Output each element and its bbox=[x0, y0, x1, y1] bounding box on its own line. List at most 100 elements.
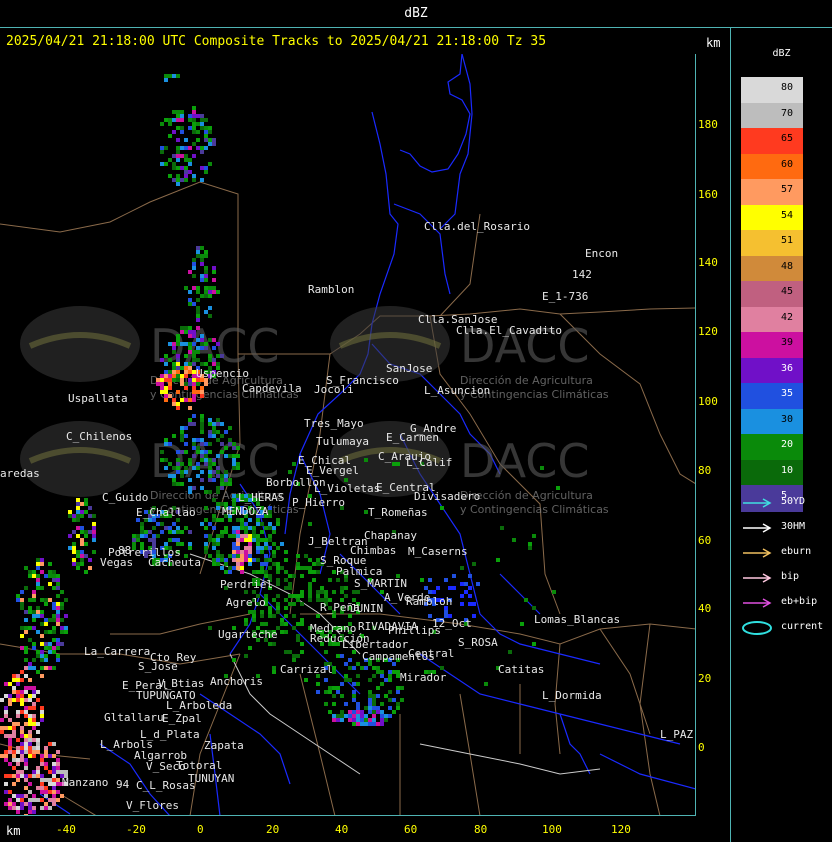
track-label: eburn bbox=[781, 546, 812, 557]
place-label: S_MARTIN bbox=[354, 577, 407, 590]
place-label: Capdevila bbox=[242, 382, 302, 395]
legend-panel: dBZ 80 70 65 60 57 54 51 48 45 42 39 36 35 30 20 10 5 50… bbox=[730, 28, 832, 842]
place-label: Zapata bbox=[204, 739, 244, 752]
scale-value: 30 bbox=[781, 413, 794, 425]
x-tick-label: 40 bbox=[335, 823, 349, 836]
x-tick-label: 100 bbox=[542, 823, 562, 836]
place-label: Tres_Mayo bbox=[304, 417, 364, 430]
scale-value: 35 bbox=[781, 388, 794, 399]
place-label: Central bbox=[408, 647, 454, 660]
track-label: bip bbox=[781, 571, 800, 582]
place-label: MENDOZA bbox=[222, 505, 269, 518]
x-tick-label: 20 bbox=[266, 823, 280, 836]
track-arrow-icon bbox=[743, 598, 772, 608]
place-label: S_Jose bbox=[138, 660, 178, 673]
scale-swatch: 65 bbox=[741, 128, 803, 155]
track-arrow-icon bbox=[743, 523, 772, 533]
radar-map-canvas: DACCDirección de Agriculturay Contingenc… bbox=[0, 54, 695, 815]
x-tick-label: 80 bbox=[474, 823, 488, 836]
place-label: Vegas bbox=[100, 556, 133, 569]
place-label: L_Dormida bbox=[542, 689, 602, 702]
scale-swatch: 48 bbox=[741, 255, 803, 282]
y-tick-label: 120 bbox=[698, 325, 718, 338]
place-label: Jocoli bbox=[314, 383, 354, 396]
scale-value: 65 bbox=[781, 133, 794, 144]
place-label: E_1-736 bbox=[542, 290, 588, 303]
place-label: Anchoris bbox=[210, 675, 263, 688]
x-tick-label: 60 bbox=[404, 823, 418, 836]
scale-swatch: 60 bbox=[741, 153, 803, 180]
scale-value: 51 bbox=[781, 235, 794, 246]
place-label: V_Seco bbox=[146, 760, 186, 773]
place-label: M_Caserns bbox=[408, 545, 468, 558]
track-legend-item: eburn bbox=[741, 544, 831, 562]
window-title-bar: dBZ bbox=[0, 0, 832, 28]
scale-swatch: 36 bbox=[741, 357, 803, 384]
track-legend-item: 50YD bbox=[741, 494, 831, 512]
place-label: L_HERAS bbox=[238, 491, 284, 504]
scale-swatch: 20 bbox=[741, 434, 803, 461]
scale-swatch: 10 bbox=[741, 459, 803, 486]
scale-value: 45 bbox=[781, 286, 794, 297]
place-label: Uspallata bbox=[68, 392, 128, 405]
place-label: Lomas_Blancas bbox=[534, 613, 620, 626]
place-label: Ramblon bbox=[308, 283, 354, 296]
composite-header: 2025/04/21 21:18:00 UTC Composite Tracks… bbox=[6, 34, 547, 49]
scale-value: 36 bbox=[781, 362, 794, 374]
place-label: Mirador bbox=[400, 671, 447, 684]
track-legend-item: bip bbox=[741, 569, 831, 587]
km-unit-top: km bbox=[706, 36, 721, 50]
y-tick-label: 80 bbox=[698, 464, 712, 477]
track-arrow-icon bbox=[743, 573, 772, 583]
place-label: Catitas bbox=[498, 663, 544, 676]
place-label: E_Zpal bbox=[162, 712, 202, 725]
track-legend-item: 30HM bbox=[741, 519, 831, 537]
place-label: La_Carrera bbox=[84, 645, 150, 658]
track-arrow-icon bbox=[743, 498, 772, 508]
place-label: Carrizal bbox=[280, 663, 333, 676]
x-tick-label: -20 bbox=[126, 823, 146, 836]
place-label: Gltallaru bbox=[104, 711, 164, 724]
y-tick-label: 140 bbox=[698, 256, 718, 269]
watermark-brand: DACC bbox=[460, 434, 590, 488]
y-tick-label: 20 bbox=[698, 672, 712, 685]
place-label: 88 bbox=[118, 544, 131, 557]
place-label: aredas bbox=[0, 467, 40, 480]
scale-value: 10 bbox=[781, 464, 794, 476]
place-label: L_Calif bbox=[406, 456, 452, 469]
place-label: T_Romeñas bbox=[368, 506, 428, 519]
window-title: dBZ bbox=[404, 6, 428, 21]
track-label: 30HM bbox=[781, 521, 806, 532]
track-arrow-icon bbox=[743, 548, 772, 558]
scale-value: 48 bbox=[781, 260, 794, 272]
y-tick-label: 60 bbox=[698, 534, 712, 547]
place-label: Agrelo bbox=[226, 596, 266, 609]
radar-map[interactable]: DACCDirección de Agriculturay Contingenc… bbox=[0, 54, 696, 816]
place-label: Perdriel bbox=[220, 578, 273, 591]
legend-title: dBZ bbox=[772, 48, 791, 59]
track-legend-item: eb+bip bbox=[741, 594, 831, 612]
scale-value: 80 bbox=[781, 82, 794, 93]
place-label: E_Carmen bbox=[386, 431, 439, 444]
place-label: E_Challao bbox=[136, 506, 196, 519]
track-legend-item: current bbox=[741, 619, 831, 637]
place-label: Uspencio bbox=[196, 367, 249, 380]
scale-value: 39 bbox=[781, 337, 794, 348]
place-label: JUNIN bbox=[350, 602, 383, 615]
place-label: L_Violetas bbox=[314, 482, 380, 495]
y-tick-label: 100 bbox=[698, 395, 718, 408]
scale-value: 54 bbox=[781, 209, 794, 221]
y-tick-label: 0 bbox=[698, 741, 705, 754]
scale-swatch: 45 bbox=[741, 281, 803, 308]
scale-value: 42 bbox=[781, 311, 794, 323]
place-label: L_Arboleda bbox=[166, 699, 232, 712]
place-label: 142 bbox=[572, 268, 592, 281]
place-label: Ugarteche bbox=[218, 628, 278, 641]
place-label: SanJose bbox=[386, 362, 432, 375]
place-label: C_Guido bbox=[102, 491, 148, 504]
current-ellipse-icon bbox=[742, 621, 772, 635]
place-label: C_Chilenos bbox=[66, 430, 132, 443]
place-label: Phillips bbox=[388, 624, 441, 637]
place-label: Encon bbox=[585, 247, 618, 260]
scale-swatch: 54 bbox=[741, 204, 803, 231]
